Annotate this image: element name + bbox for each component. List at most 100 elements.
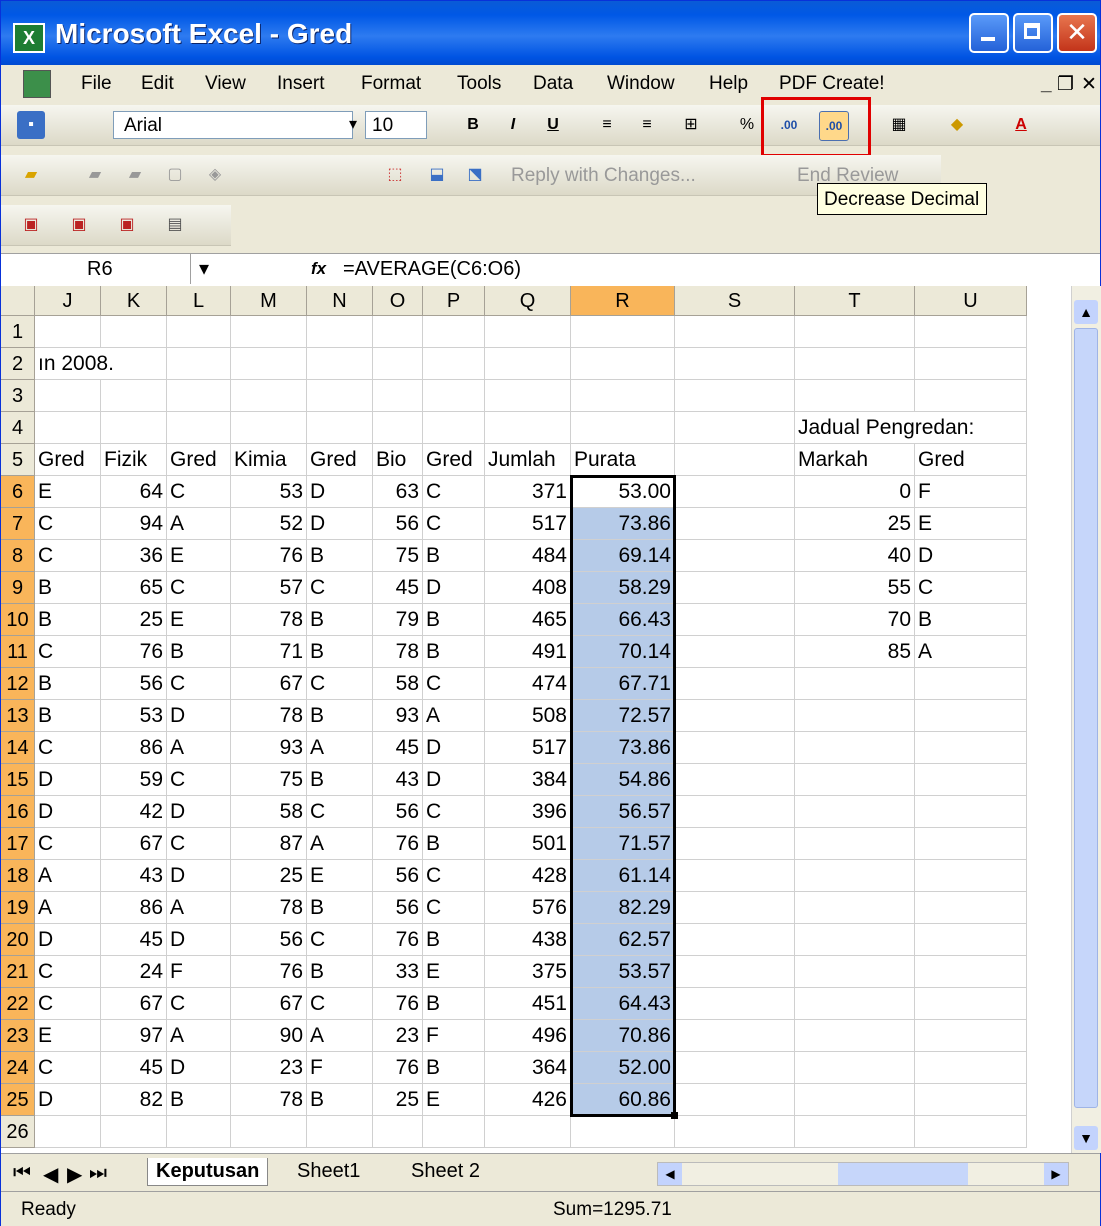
cell-t20[interactable] xyxy=(795,924,915,956)
cell-r21[interactable]: 53.57 xyxy=(571,956,675,988)
cell-p22[interactable]: B xyxy=(423,988,485,1020)
cell-t7[interactable]: 25 xyxy=(795,508,915,540)
cell-p23[interactable]: F xyxy=(423,1020,485,1052)
cell-k9[interactable]: 65 xyxy=(101,572,167,604)
cell-n8[interactable]: B xyxy=(307,540,373,572)
row-header[interactable]: 24 xyxy=(1,1052,35,1084)
menu-edit[interactable]: Edit xyxy=(141,73,174,95)
cell-s22[interactable] xyxy=(675,988,795,1020)
cell-l8[interactable]: E xyxy=(167,540,231,572)
cell-t12[interactable] xyxy=(795,668,915,700)
cell-k20[interactable]: 45 xyxy=(101,924,167,956)
cell-q18[interactable]: 428 xyxy=(485,860,571,892)
cell-u17[interactable] xyxy=(915,828,1027,860)
cell-o20[interactable]: 76 xyxy=(373,924,423,956)
cell-s21[interactable] xyxy=(675,956,795,988)
align-left-icon[interactable]: ≡ xyxy=(593,111,621,139)
cell-q8[interactable]: 484 xyxy=(485,540,571,572)
cell-r8[interactable]: 69.14 xyxy=(571,540,675,572)
cell-r18[interactable]: 61.14 xyxy=(571,860,675,892)
cell-n26[interactable] xyxy=(307,1116,373,1148)
cell-o14[interactable]: 45 xyxy=(373,732,423,764)
row-header[interactable]: 17 xyxy=(1,828,35,860)
cell-n16[interactable]: C xyxy=(307,796,373,828)
cell-q22[interactable]: 451 xyxy=(485,988,571,1020)
cell-u20[interactable] xyxy=(915,924,1027,956)
cell-t14[interactable] xyxy=(795,732,915,764)
cell-r23[interactable]: 70.86 xyxy=(571,1020,675,1052)
cell-q24[interactable]: 364 xyxy=(485,1052,571,1084)
cell-p3[interactable] xyxy=(423,380,485,412)
cell-m6[interactable]: 53 xyxy=(231,476,307,508)
cell-o21[interactable]: 33 xyxy=(373,956,423,988)
cell-o12[interactable]: 58 xyxy=(373,668,423,700)
cell-l21[interactable]: F xyxy=(167,956,231,988)
cell-p4[interactable] xyxy=(423,412,485,444)
cell-u1[interactable] xyxy=(915,316,1027,348)
row-header[interactable]: 18 xyxy=(1,860,35,892)
cell-k5[interactable]: Fizik xyxy=(101,444,167,476)
cell-l10[interactable]: E xyxy=(167,604,231,636)
cell-l11[interactable]: B xyxy=(167,636,231,668)
cell-k26[interactable] xyxy=(101,1116,167,1148)
cell-l23[interactable]: A xyxy=(167,1020,231,1052)
cell-r22[interactable]: 64.43 xyxy=(571,988,675,1020)
row-header[interactable]: 15 xyxy=(1,764,35,796)
cell-p8[interactable]: B xyxy=(423,540,485,572)
cell-k18[interactable]: 43 xyxy=(101,860,167,892)
cell-n6[interactable]: D xyxy=(307,476,373,508)
cell-s13[interactable] xyxy=(675,700,795,732)
cell-p13[interactable]: A xyxy=(423,700,485,732)
cell-n15[interactable]: B xyxy=(307,764,373,796)
cell-t4[interactable]: Jadual Pengredan: xyxy=(795,412,974,444)
cell-t18[interactable] xyxy=(795,860,915,892)
scroll-up-icon[interactable]: ▲ xyxy=(1074,300,1098,324)
cell-o15[interactable]: 43 xyxy=(373,764,423,796)
fill-color-icon[interactable]: ◆ xyxy=(943,111,971,139)
cell-r24[interactable]: 52.00 xyxy=(571,1052,675,1084)
cell-p9[interactable]: D xyxy=(423,572,485,604)
cell-j23[interactable]: E xyxy=(35,1020,101,1052)
cell-s12[interactable] xyxy=(675,668,795,700)
minimize-button[interactable] xyxy=(969,13,1009,53)
cell-q20[interactable]: 438 xyxy=(485,924,571,956)
scroll-right-icon[interactable]: ▶ xyxy=(1044,1163,1068,1185)
cell-j24[interactable]: C xyxy=(35,1052,101,1084)
cell-t3[interactable] xyxy=(795,380,915,412)
row-header[interactable]: 26 xyxy=(1,1116,35,1148)
new-comment-icon[interactable]: ▰ xyxy=(17,161,45,189)
cell-u7[interactable]: E xyxy=(915,508,1027,540)
borders-icon[interactable]: ▦ xyxy=(885,111,913,139)
cell-m3[interactable] xyxy=(231,380,307,412)
cell-k22[interactable]: 67 xyxy=(101,988,167,1020)
column-header-q[interactable]: Q xyxy=(485,286,571,316)
cell-j15[interactable]: D xyxy=(35,764,101,796)
cell-t16[interactable] xyxy=(795,796,915,828)
cell-k14[interactable]: 86 xyxy=(101,732,167,764)
font-size-select[interactable]: 10 xyxy=(365,111,427,139)
select-all-corner[interactable] xyxy=(1,286,35,316)
cell-n1[interactable] xyxy=(307,316,373,348)
cell-m12[interactable]: 67 xyxy=(231,668,307,700)
cell-m17[interactable]: 87 xyxy=(231,828,307,860)
cell-j25[interactable]: D xyxy=(35,1084,101,1116)
cell-l25[interactable]: B xyxy=(167,1084,231,1116)
cell-l18[interactable]: D xyxy=(167,860,231,892)
cell-l24[interactable]: D xyxy=(167,1052,231,1084)
pdf-convert-icon[interactable]: ▣ xyxy=(17,211,45,239)
cell-n14[interactable]: A xyxy=(307,732,373,764)
column-header-j[interactable]: J xyxy=(35,286,101,316)
cell-t19[interactable] xyxy=(795,892,915,924)
row-header[interactable]: 6 xyxy=(1,476,35,508)
send-email-icon[interactable]: ⬓ xyxy=(423,161,451,189)
show-all-comments-icon[interactable]: ◈ xyxy=(201,161,229,189)
reply-with-changes-button[interactable]: Reply with Changes... xyxy=(511,165,696,187)
prev-sheet-icon[interactable]: ◀ xyxy=(43,1162,58,1187)
cell-q26[interactable] xyxy=(485,1116,571,1148)
cell-s5[interactable] xyxy=(675,444,795,476)
row-header[interactable]: 14 xyxy=(1,732,35,764)
show-comment-icon[interactable]: ▢ xyxy=(161,161,189,189)
column-header-p[interactable]: P xyxy=(423,286,485,316)
cell-o26[interactable] xyxy=(373,1116,423,1148)
italic-icon[interactable]: I xyxy=(499,111,527,139)
